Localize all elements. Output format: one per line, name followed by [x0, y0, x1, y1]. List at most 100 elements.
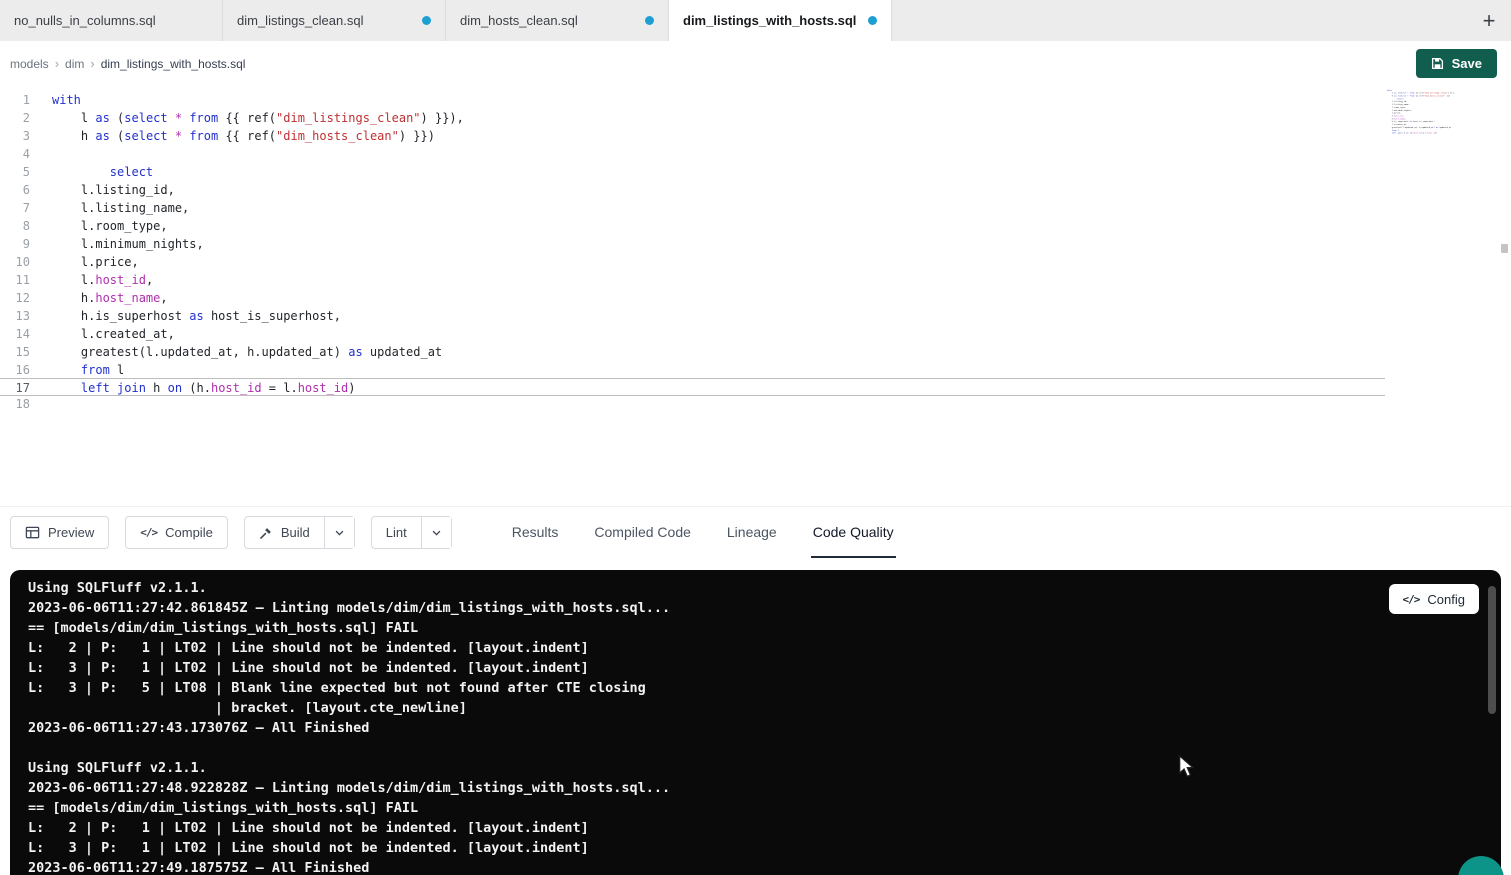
breadcrumb: models › dim › dim_listings_with_hosts.sql [10, 56, 245, 71]
line-number: 18 [0, 395, 30, 413]
compile-code-icon: </> [140, 526, 157, 539]
code-line[interactable]: 13 h.is_superhost as host_is_superhost, [0, 307, 1511, 325]
line-number: 2 [0, 109, 30, 127]
line-number: 8 [0, 217, 30, 235]
code-line[interactable]: 17 left join h on (h.host_id = l.host_id… [0, 378, 1385, 396]
line-number: 5 [0, 163, 30, 181]
build-options-chevron[interactable] [324, 517, 354, 548]
line-number: 9 [0, 235, 30, 253]
code-text: h.is_superhost as host_is_superhost, [52, 307, 341, 325]
line-number: 6 [0, 181, 30, 199]
tab-label: dim_hosts_clean.sql [460, 13, 578, 28]
line-number: 17 [0, 379, 30, 395]
code-editor: 1with2 l as (select * from {{ ref("dim_l… [0, 86, 1511, 506]
code-line[interactable]: 16 from l [0, 361, 1511, 379]
code-line[interactable]: 9 l.minimum_nights, [0, 235, 1511, 253]
preview-button[interactable]: Preview [10, 516, 109, 549]
panel-tabs: Results Compiled Code Lineage Code Quality [510, 507, 896, 558]
minimap-content: with l as (select * from {{ ref("dim_lis… [1387, 89, 1403, 135]
lint-button-group: Lint [371, 516, 452, 549]
build-button[interactable]: Build [245, 517, 324, 548]
lint-button-label: Lint [386, 525, 407, 540]
editor-tab-dim_hosts_clean[interactable]: dim_hosts_clean.sql [446, 0, 669, 41]
save-disk-icon [1431, 57, 1444, 70]
minimap[interactable]: with l as (select * from {{ ref("dim_lis… [1387, 89, 1461, 151]
preview-button-label: Preview [48, 525, 94, 540]
code-text [52, 395, 59, 413]
dbt-ide-app: no_nulls_in_columns.sql dim_listings_clea… [0, 0, 1511, 875]
config-button-label: Config [1427, 592, 1465, 607]
line-number: 4 [0, 145, 30, 163]
line-number: 1 [0, 91, 30, 109]
breadcrumb-item[interactable]: dim_listings_with_hosts.sql [101, 57, 246, 71]
breadcrumb-bar: models › dim › dim_listings_with_hosts.sql S… [0, 41, 1511, 86]
breadcrumb-item[interactable]: dim [65, 57, 84, 71]
panel-tab-compiled-code[interactable]: Compiled Code [592, 507, 693, 558]
chevron-down-icon [334, 527, 345, 538]
config-code-icon: </> [1403, 593, 1420, 606]
code-line[interactable]: 18 [0, 395, 1511, 413]
code-text: h as (select * from {{ ref("dim_hosts_cl… [52, 127, 435, 145]
editor-tab-no_nulls_in_columns[interactable]: no_nulls_in_columns.sql [0, 0, 223, 41]
code-line[interactable]: 5 select [0, 163, 1511, 181]
code-line[interactable]: 4 [0, 145, 1511, 163]
code-line[interactable]: 3 h as (select * from {{ ref("dim_hosts_… [0, 127, 1511, 145]
terminal-output: Using SQLFluff v2.1.1. 2023-06-06T11:27:… [28, 578, 1501, 875]
line-number: 15 [0, 343, 30, 361]
code-line[interactable]: 2 l as (select * from {{ ref("dim_listin… [0, 109, 1511, 127]
compile-button-label: Compile [165, 525, 213, 540]
code-text: l.minimum_nights, [52, 235, 204, 253]
panel-tab-results[interactable]: Results [510, 507, 561, 558]
tab-label: dim_listings_with_hosts.sql [683, 13, 856, 28]
panel-tab-lineage[interactable]: Lineage [725, 507, 779, 558]
editor-scrollbar[interactable] [1501, 244, 1508, 253]
line-number: 7 [0, 199, 30, 217]
tab-label: dim_listings_clean.sql [237, 13, 363, 28]
line-number: 3 [0, 127, 30, 145]
code-text: from l [52, 361, 124, 379]
line-number: 10 [0, 253, 30, 271]
panel-tab-code-quality[interactable]: Code Quality [811, 507, 896, 558]
new-tab-button[interactable]: + [1467, 0, 1511, 41]
code-text: l.host_id, [52, 271, 153, 289]
code-line[interactable]: 14 l.created_at, [0, 325, 1511, 343]
save-button[interactable]: Save [1416, 49, 1497, 78]
breadcrumb-separator-icon: › [90, 56, 94, 71]
code-text: l.room_type, [52, 217, 168, 235]
lint-button[interactable]: Lint [372, 517, 421, 548]
code-text [52, 145, 59, 163]
breadcrumb-item[interactable]: models [10, 57, 49, 71]
compile-button[interactable]: </> Compile [125, 516, 228, 549]
breadcrumb-separator-icon: › [55, 56, 59, 71]
unsaved-changes-dot-icon [868, 16, 877, 25]
editor-tab-dim_listings_with_hosts[interactable]: dim_listings_with_hosts.sql [669, 0, 892, 41]
tab-label: no_nulls_in_columns.sql [14, 13, 156, 28]
build-button-label: Build [281, 525, 310, 540]
code-line[interactable]: 11 l.host_id, [0, 271, 1511, 289]
terminal-scrollbar[interactable] [1488, 586, 1496, 714]
code-line[interactable]: 6 l.listing_id, [0, 181, 1511, 199]
line-number: 12 [0, 289, 30, 307]
code-line[interactable]: 10 l.price, [0, 253, 1511, 271]
code-text: l as (select * from {{ ref("dim_listings… [52, 109, 464, 127]
code-text: h.host_name, [52, 289, 168, 307]
code-line[interactable]: 8 l.room_type, [0, 217, 1511, 235]
editor-tab-dim_listings_clean[interactable]: dim_listings_clean.sql [223, 0, 446, 41]
code-line[interactable]: 12 h.host_name, [0, 289, 1511, 307]
code-line[interactable]: 15 greatest(l.updated_at, h.updated_at) … [0, 343, 1511, 361]
line-number: 16 [0, 361, 30, 379]
unsaved-changes-dot-icon [422, 16, 431, 25]
build-hammer-icon [259, 526, 273, 540]
line-number: 14 [0, 325, 30, 343]
code-text: l.created_at, [52, 325, 175, 343]
lint-options-chevron[interactable] [421, 517, 451, 548]
code-line[interactable]: 1with [0, 91, 1511, 109]
config-button[interactable]: </> Config [1389, 584, 1479, 614]
code-line[interactable]: 7 l.listing_name, [0, 199, 1511, 217]
code-text: greatest(l.updated_at, h.updated_at) as … [52, 343, 442, 361]
line-number: 13 [0, 307, 30, 325]
code-text: select [52, 163, 153, 181]
terminal-panel: Using SQLFluff v2.1.1. 2023-06-06T11:27:… [10, 570, 1501, 875]
code-text: left join h on (h.host_id = l.host_id) [52, 379, 356, 395]
chevron-down-icon [431, 527, 442, 538]
